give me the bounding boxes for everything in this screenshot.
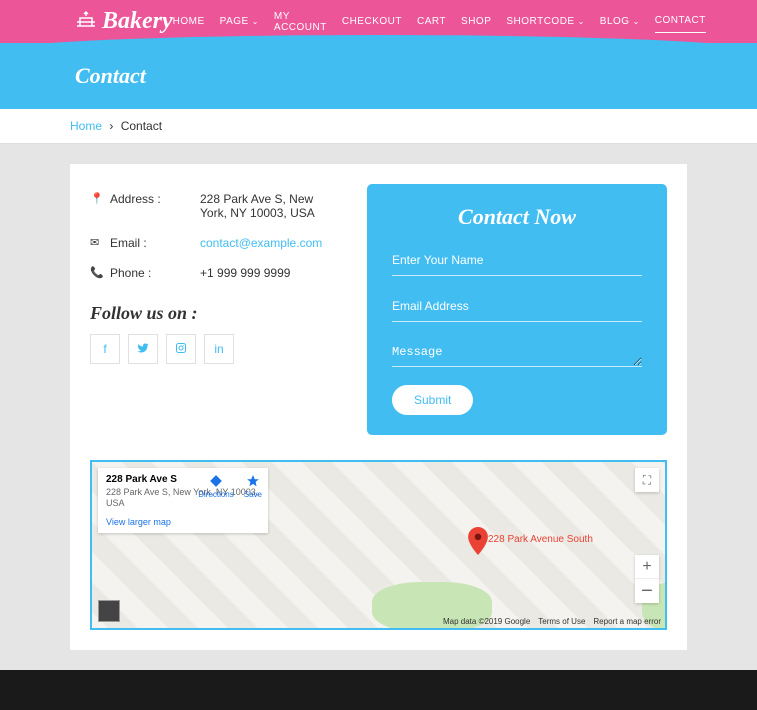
email-row: ✉ Email : contact@example.com — [90, 228, 342, 258]
save-button[interactable]: Save — [244, 474, 262, 499]
instagram-icon — [175, 342, 187, 357]
facebook-icon: f — [103, 342, 106, 356]
fullscreen-button[interactable]: ⛶ — [635, 468, 659, 492]
breadcrumb-separator: › — [109, 119, 113, 133]
map-pin-icon[interactable] — [468, 527, 488, 558]
fullscreen-icon: ⛶ — [643, 473, 651, 488]
facebook-link[interactable]: f — [90, 334, 120, 364]
phone-icon: 📞 — [90, 266, 110, 279]
phone-row: 📞 Phone : +1 999 999 9999 — [90, 258, 342, 288]
address-value: 228 Park Ave S, New York, NY 10003, USA — [200, 192, 342, 220]
nav-shortcode[interactable]: SHORTCODE ⌄ — [506, 11, 584, 33]
instagram-link[interactable] — [166, 334, 196, 364]
breadcrumb-home[interactable]: Home — [70, 119, 102, 133]
nav-home[interactable]: HOME — [173, 11, 205, 33]
envelope-icon: ✉ — [90, 236, 110, 249]
nav-checkout[interactable]: CHECKOUT — [342, 11, 402, 33]
page-title: Contact — [75, 63, 682, 89]
message-input[interactable] — [392, 337, 642, 367]
map-info-actions: Directions Save — [198, 474, 262, 499]
social-icons: f in — [90, 334, 342, 364]
contact-info: 📍 Address : 228 Park Ave S, New York, NY… — [90, 184, 342, 435]
contact-form: Contact Now Submit — [367, 184, 667, 435]
linkedin-link[interactable]: in — [204, 334, 234, 364]
map-info-card: Directions Save 228 Park Ave S 228 Park … — [98, 468, 268, 533]
address-row: 📍 Address : 228 Park Ave S, New York, NY… — [90, 184, 342, 228]
chevron-down-icon: ⌄ — [578, 17, 585, 26]
chevron-down-icon: ⌄ — [252, 17, 259, 26]
twitter-icon — [137, 342, 149, 357]
nav-shop[interactable]: SHOP — [461, 11, 491, 33]
brand-text: Bakery — [102, 8, 173, 35]
map[interactable]: Directions Save 228 Park Ave S 228 Park … — [90, 460, 667, 630]
cake-icon — [75, 8, 97, 35]
submit-button[interactable]: Submit — [392, 385, 473, 415]
location-icon: 📍 — [90, 192, 110, 205]
phone-value: +1 999 999 9999 — [200, 266, 342, 280]
breadcrumb-current: Contact — [121, 119, 162, 133]
breadcrumb: Home › Contact — [0, 109, 757, 144]
main-content: 📍 Address : 228 Park Ave S, New York, NY… — [70, 164, 687, 650]
zoom-out-button[interactable]: − — [635, 579, 659, 603]
linkedin-icon: in — [214, 342, 223, 356]
logo[interactable]: Bakery — [75, 8, 173, 35]
map-zoom-controls: + − — [635, 555, 659, 603]
follow-heading: Follow us on : — [90, 303, 342, 324]
email-value: contact@example.com — [200, 236, 342, 250]
nav-page[interactable]: PAGE ⌄ — [220, 11, 259, 33]
name-input[interactable] — [392, 245, 642, 276]
form-heading: Contact Now — [392, 204, 642, 230]
view-larger-link[interactable]: View larger map — [106, 517, 260, 527]
streetview-thumbnail[interactable] — [98, 600, 120, 622]
email-input[interactable] — [392, 291, 642, 322]
banner: Contact — [0, 43, 757, 109]
email-label: Email : — [110, 236, 200, 250]
nav-menu: HOME PAGE ⌄ MY ACCOUNT CHECKOUT CART SHO… — [173, 11, 706, 33]
twitter-link[interactable] — [128, 334, 158, 364]
address-label: Address : — [110, 192, 200, 206]
nav-myaccount[interactable]: MY ACCOUNT — [274, 11, 327, 33]
map-pin-label: 228 Park Avenue South — [488, 534, 593, 545]
nav-blog[interactable]: BLOG ⌄ — [600, 11, 640, 33]
nav-contact[interactable]: CONTACT — [655, 11, 706, 33]
footer — [0, 670, 757, 710]
phone-label: Phone : — [110, 266, 200, 280]
email-link[interactable]: contact@example.com — [200, 236, 322, 250]
chevron-down-icon: ⌄ — [633, 17, 640, 26]
top-section: 📍 Address : 228 Park Ave S, New York, NY… — [90, 184, 667, 435]
zoom-in-button[interactable]: + — [635, 555, 659, 579]
directions-button[interactable]: Directions — [198, 474, 234, 499]
nav-cart[interactable]: CART — [417, 11, 446, 33]
